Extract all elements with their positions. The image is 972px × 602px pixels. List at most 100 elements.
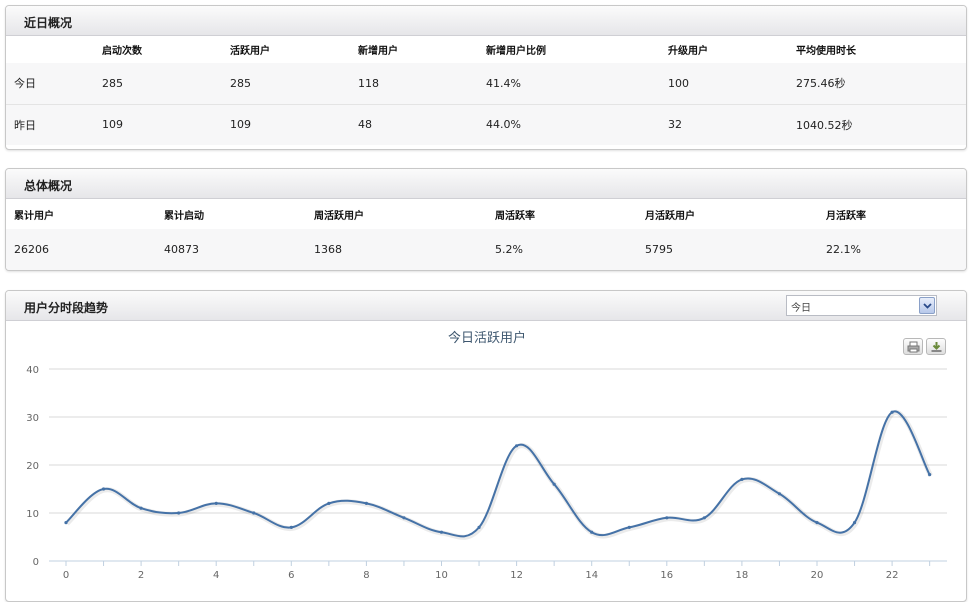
table-cell: 1040.52秒 xyxy=(788,103,966,145)
column-header xyxy=(6,36,94,63)
series-line-shadow xyxy=(65,410,933,540)
table-cell: 5795 xyxy=(637,229,818,270)
download-icon[interactable] xyxy=(926,338,946,355)
column-header: 新增用户 xyxy=(350,36,478,63)
column-header: 新增用户比例 xyxy=(478,36,660,63)
data-point xyxy=(439,530,444,534)
data-point xyxy=(101,487,106,491)
data-point xyxy=(815,521,819,525)
table-cell: 5.2% xyxy=(487,229,637,270)
column-header: 月活跃率 xyxy=(818,199,966,229)
x-tick-label: 8 xyxy=(363,570,369,581)
column-header: 启动次数 xyxy=(94,36,222,63)
table-cell: 285 xyxy=(222,63,350,104)
data-point xyxy=(928,473,932,477)
table-header-row: 累计用户 累计启动 周活跃用户 周活跃率 月活跃用户 月活跃率 xyxy=(6,199,966,229)
hourly-trend-title: 用户分时段趋势 xyxy=(24,301,109,315)
table-header-row: 启动次数 活跃用户 新增用户 新增用户比例 升级用户 平均使用时长 xyxy=(6,36,966,63)
table-cell: 1368 xyxy=(306,229,487,270)
column-header: 周活跃率 xyxy=(487,199,637,229)
overall-overview-table: 累计用户 累计启动 周活跃用户 周活跃率 月活跃用户 月活跃率 26206 40… xyxy=(6,199,966,270)
recent-overview-table: 启动次数 活跃用户 新增用户 新增用户比例 升级用户 平均使用时长 今日 285… xyxy=(6,36,966,145)
x-tick-label: 6 xyxy=(288,570,294,581)
x-tick-label: 10 xyxy=(435,570,448,581)
table-cell: 118 xyxy=(350,63,478,104)
table-cell: 109 xyxy=(94,103,222,145)
data-point xyxy=(665,516,669,520)
table-cell: 26206 xyxy=(6,229,156,270)
chart-title: 今日活跃用户 xyxy=(448,330,526,346)
data-point xyxy=(702,516,706,520)
overall-overview-header: 总体概况 xyxy=(6,169,966,199)
x-tick-label: 14 xyxy=(585,570,598,581)
data-point xyxy=(177,511,181,515)
table-cell: 22.1% xyxy=(818,229,966,270)
table-row: 今日 285 285 118 41.4% 100 275.46秒 xyxy=(6,63,966,104)
recent-overview-header: 近日概况 xyxy=(6,6,966,36)
date-range-select-value: 今日 xyxy=(791,303,811,314)
y-tick-label: 10 xyxy=(26,509,39,520)
chevron-down-icon[interactable] xyxy=(919,297,935,314)
table-cell: 100 xyxy=(660,63,788,104)
data-point xyxy=(515,444,519,448)
data-point xyxy=(777,492,782,496)
column-header: 升级用户 xyxy=(660,36,788,63)
data-point xyxy=(890,410,894,414)
hourly-trend-chart: 今日活跃用户 0 10 20 30 40 0 2 4 6 8 10 12 14 16 18 20 22 xyxy=(6,322,966,601)
table-cell: 41.4% xyxy=(478,63,660,104)
data-point xyxy=(214,501,218,505)
print-icon[interactable] xyxy=(903,338,923,355)
x-tick-label: 2 xyxy=(138,570,144,581)
y-tick-label: 40 xyxy=(26,365,39,376)
data-point xyxy=(627,525,631,529)
data-point xyxy=(852,521,857,525)
x-tick-label: 16 xyxy=(660,570,673,581)
x-tick-label: 12 xyxy=(510,570,523,581)
table-cell: 昨日 xyxy=(6,103,94,145)
y-tick-label: 30 xyxy=(26,413,39,424)
data-point xyxy=(402,516,406,520)
table-row: 昨日 109 109 48 44.0% 32 1040.52秒 xyxy=(6,103,966,145)
table-cell: 109 xyxy=(222,103,350,145)
data-point xyxy=(477,525,481,529)
x-tick-label: 0 xyxy=(63,570,69,581)
column-header: 累计用户 xyxy=(6,199,156,229)
overall-overview-panel: 总体概况 累计用户 累计启动 周活跃用户 周活跃率 月活跃用户 月活跃率 262… xyxy=(5,168,967,271)
y-tick-label: 0 xyxy=(33,557,39,568)
table-cell: 285 xyxy=(94,63,222,104)
x-tick-label: 20 xyxy=(811,570,824,581)
x-tick-label: 4 xyxy=(213,570,219,581)
data-point xyxy=(552,482,556,486)
table-cell: 48 xyxy=(350,103,478,145)
data-point xyxy=(590,530,594,534)
column-header: 周活跃用户 xyxy=(306,199,487,229)
column-header: 活跃用户 xyxy=(222,36,350,63)
date-range-select[interactable]: 今日 xyxy=(786,295,937,316)
overall-overview-title: 总体概况 xyxy=(24,179,73,193)
data-point xyxy=(252,511,256,515)
data-point xyxy=(64,521,68,525)
column-header: 月活跃用户 xyxy=(637,199,818,229)
hourly-trend-header: 用户分时段趋势 今日 xyxy=(6,291,966,321)
table-cell: 今日 xyxy=(6,63,94,104)
table-row: 26206 40873 1368 5.2% 5795 22.1% xyxy=(6,229,966,270)
line-chart-svg: 今日活跃用户 0 10 20 30 40 0 2 4 6 8 10 12 14 16 18 20 22 xyxy=(26,330,947,581)
x-tick-label: 22 xyxy=(886,570,899,581)
table-cell: 275.46秒 xyxy=(788,63,966,104)
recent-overview-panel: 近日概况 启动次数 活跃用户 新增用户 新增用户比例 升级用户 平均使用时长 今… xyxy=(5,5,967,150)
column-header: 累计启动 xyxy=(156,199,306,229)
x-tick-label: 18 xyxy=(736,570,749,581)
data-point xyxy=(740,477,744,481)
table-cell: 32 xyxy=(660,103,788,145)
data-point xyxy=(289,525,293,529)
table-cell: 44.0% xyxy=(478,103,660,145)
y-tick-label: 20 xyxy=(26,461,39,472)
data-point xyxy=(327,501,331,505)
recent-overview-title: 近日概况 xyxy=(24,16,73,30)
data-point xyxy=(364,501,368,505)
hourly-trend-panel: 用户分时段趋势 今日 今日活跃用户 0 10 20 30 40 0 2 4 6 8 10 12 14 16 1… xyxy=(5,290,967,602)
table-cell: 40873 xyxy=(156,229,306,270)
series-line xyxy=(65,410,931,538)
data-point xyxy=(139,506,143,510)
column-header: 平均使用时长 xyxy=(788,36,966,63)
